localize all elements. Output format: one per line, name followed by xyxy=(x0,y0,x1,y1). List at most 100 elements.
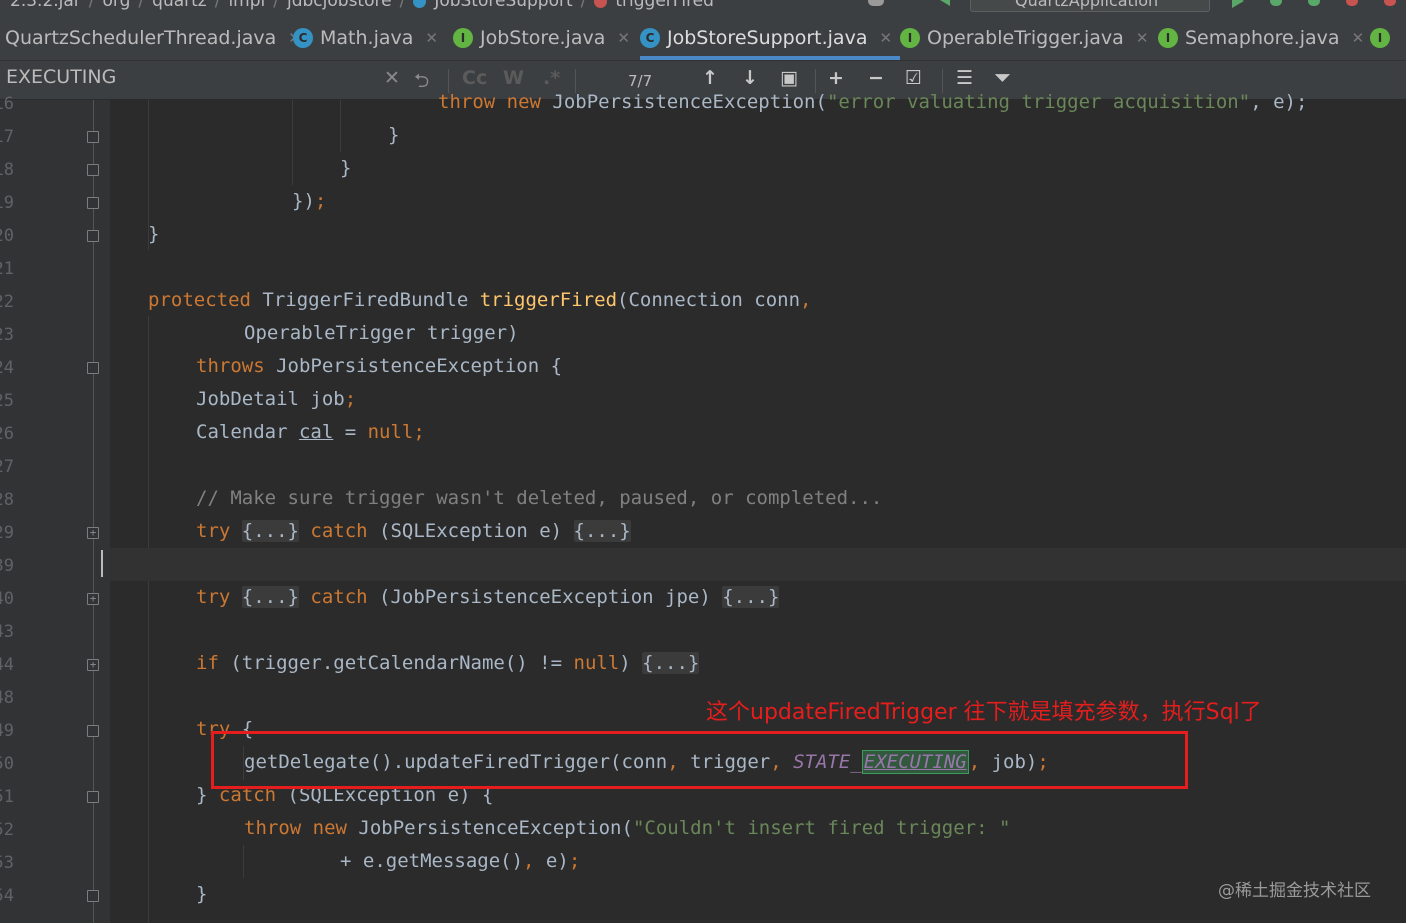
back-arrow-icon[interactable] xyxy=(940,0,950,6)
line-number[interactable]: 28 xyxy=(0,490,14,510)
fold-marker-icon[interactable] xyxy=(87,230,99,242)
history-icon[interactable]: ⮌ xyxy=(414,67,429,99)
code-line[interactable]: + e.getMessage(), e); xyxy=(340,845,580,878)
code-line[interactable]: try {...} catch (SQLException e) {...} xyxy=(196,515,631,548)
tab-jobstore-support[interactable]: C JobStoreSupport.java ✕ xyxy=(640,16,901,60)
coverage-icon[interactable] xyxy=(1308,0,1320,6)
code-line[interactable]: }); xyxy=(292,185,326,218)
breadcrumb-item-jar[interactable]: 2.3.2.jar xyxy=(10,0,81,11)
close-icon[interactable]: ✕ xyxy=(617,29,630,47)
line-number[interactable]: 29 xyxy=(0,523,14,543)
line-number[interactable]: 26 xyxy=(0,424,14,444)
line-number[interactable]: 19 xyxy=(0,193,14,213)
line-number[interactable]: 52 xyxy=(0,820,14,840)
expand-fold-icon[interactable]: + xyxy=(87,527,99,539)
line-number[interactable]: 44 xyxy=(0,655,14,675)
breadcrumb-separator: / xyxy=(88,0,95,11)
code-line[interactable]: throws JobPersistenceException { xyxy=(196,350,562,383)
breadcrumb-item-class[interactable]: JobStoreSupport xyxy=(434,0,572,11)
breadcrumb-separator: / xyxy=(399,0,406,11)
code-line[interactable]: throw new JobPersistenceException("error… xyxy=(438,86,1307,119)
code-line[interactable]: } xyxy=(388,119,399,152)
line-number[interactable]: 39 xyxy=(0,556,14,576)
code-keyword: throw new xyxy=(244,817,359,839)
editor-tab-bar: QuartzSchedulerThread.java ✕ C Math.java… xyxy=(0,16,1406,61)
code-line[interactable]: } xyxy=(340,152,351,185)
code-line[interactable]: OperableTrigger trigger) xyxy=(244,317,519,350)
folded-block[interactable]: {...} xyxy=(241,586,299,608)
line-number[interactable]: 54 xyxy=(0,886,14,906)
code-line[interactable]: } xyxy=(196,878,207,911)
run-icon[interactable] xyxy=(1232,0,1244,8)
line-number[interactable]: 43 xyxy=(0,622,14,642)
profile-icon[interactable] xyxy=(1346,0,1358,6)
code-line[interactable]: if (trigger.getCalendarName() != null) {… xyxy=(196,647,700,680)
line-number[interactable]: 18 xyxy=(0,160,14,180)
line-number[interactable]: 27 xyxy=(0,457,14,477)
fold-marker-icon[interactable] xyxy=(87,164,99,176)
fold-marker-icon[interactable] xyxy=(87,197,99,209)
line-number[interactable]: 20 xyxy=(0,226,14,246)
run-configuration-select[interactable]: QuartzApplication xyxy=(970,0,1210,12)
line-number[interactable]: 22 xyxy=(0,292,14,312)
code-comment[interactable]: // Make sure trigger wasn't deleted, pau… xyxy=(196,482,882,515)
code-token: (JobPersistenceException jpe) xyxy=(379,586,723,608)
tab-semaphore[interactable]: I Semaphore.java ✕ xyxy=(1158,16,1364,60)
line-number[interactable]: 23 xyxy=(0,325,14,345)
folded-block[interactable]: {...} xyxy=(642,652,700,674)
folded-block[interactable]: {...} xyxy=(722,586,780,608)
tab-operable-trigger[interactable]: I OperableTrigger.java ✕ xyxy=(900,16,1148,60)
breadcrumb-item-jdbcjobstore[interactable]: jdbcjobstore xyxy=(287,0,392,11)
expand-fold-icon[interactable]: + xyxy=(87,659,99,671)
fold-marker-icon[interactable] xyxy=(87,890,99,902)
close-icon[interactable]: ✕ xyxy=(879,29,892,47)
code-token: JobPersistenceException { xyxy=(276,355,563,377)
line-number[interactable]: 50 xyxy=(0,754,14,774)
tab-overflow[interactable]: I xyxy=(1370,16,1397,60)
line-number[interactable]: 48 xyxy=(0,688,14,708)
line-number[interactable]: 24 xyxy=(0,358,14,378)
folded-block[interactable]: {...} xyxy=(573,520,631,542)
code-line[interactable]: JobDetail job; xyxy=(196,383,356,416)
watermark: @稀土掘金技术社区 xyxy=(1218,881,1371,901)
code-token: , xyxy=(800,289,812,311)
line-number[interactable]: 53 xyxy=(0,853,14,873)
breadcrumb-item-quartz[interactable]: quartz xyxy=(152,0,207,11)
line-number[interactable]: 25 xyxy=(0,391,14,411)
line-number[interactable]: 49 xyxy=(0,721,14,741)
close-icon[interactable]: ✕ xyxy=(425,29,438,47)
fold-marker-icon[interactable] xyxy=(87,131,99,143)
line-number[interactable]: 40 xyxy=(0,589,14,609)
close-icon[interactable]: ✕ xyxy=(1352,29,1365,47)
fold-marker-icon[interactable] xyxy=(87,362,99,374)
folded-block[interactable]: {...} xyxy=(241,520,299,542)
code-line-method-signature[interactable]: protected TriggerFiredBundle triggerFire… xyxy=(148,284,812,317)
find-input[interactable]: EXECUTING xyxy=(6,66,116,88)
breadcrumb-item-impl[interactable]: impl xyxy=(228,0,265,11)
close-icon[interactable]: ✕ xyxy=(1136,29,1149,47)
tab-quartz-scheduler-thread[interactable]: QuartzSchedulerThread.java ✕ xyxy=(5,16,301,60)
code-line[interactable]: Calendar cal = null; xyxy=(196,416,425,449)
breadcrumb-item-org[interactable]: org xyxy=(103,0,131,11)
tab-jobstore[interactable]: I JobStore.java ✕ xyxy=(453,16,630,60)
tab-math[interactable]: C Math.java ✕ xyxy=(293,16,438,60)
code-line[interactable]: try {...} catch (JobPersistenceException… xyxy=(196,581,780,614)
code-token: ; xyxy=(344,388,357,410)
user-icon[interactable] xyxy=(868,0,884,6)
indent-guide xyxy=(148,316,149,923)
debug-icon[interactable] xyxy=(1270,0,1282,6)
code-line[interactable]: } xyxy=(148,218,159,251)
fold-marker-icon[interactable] xyxy=(87,791,99,803)
line-number[interactable]: 21 xyxy=(0,259,14,279)
line-number[interactable]: 51 xyxy=(0,787,14,807)
code-token: , xyxy=(523,850,546,872)
expand-fold-icon[interactable]: + xyxy=(87,593,99,605)
clear-icon[interactable]: ✕ xyxy=(384,67,400,89)
breadcrumb-item-method[interactable]: triggerFired xyxy=(615,0,714,11)
stop-icon[interactable] xyxy=(1384,0,1396,6)
line-number[interactable]: 17 xyxy=(0,127,14,147)
code-line[interactable]: throw new JobPersistenceException("Could… xyxy=(244,812,1010,845)
fold-marker-icon[interactable] xyxy=(87,725,99,737)
line-number[interactable]: 16 xyxy=(0,94,14,114)
indent-guide xyxy=(340,100,341,152)
